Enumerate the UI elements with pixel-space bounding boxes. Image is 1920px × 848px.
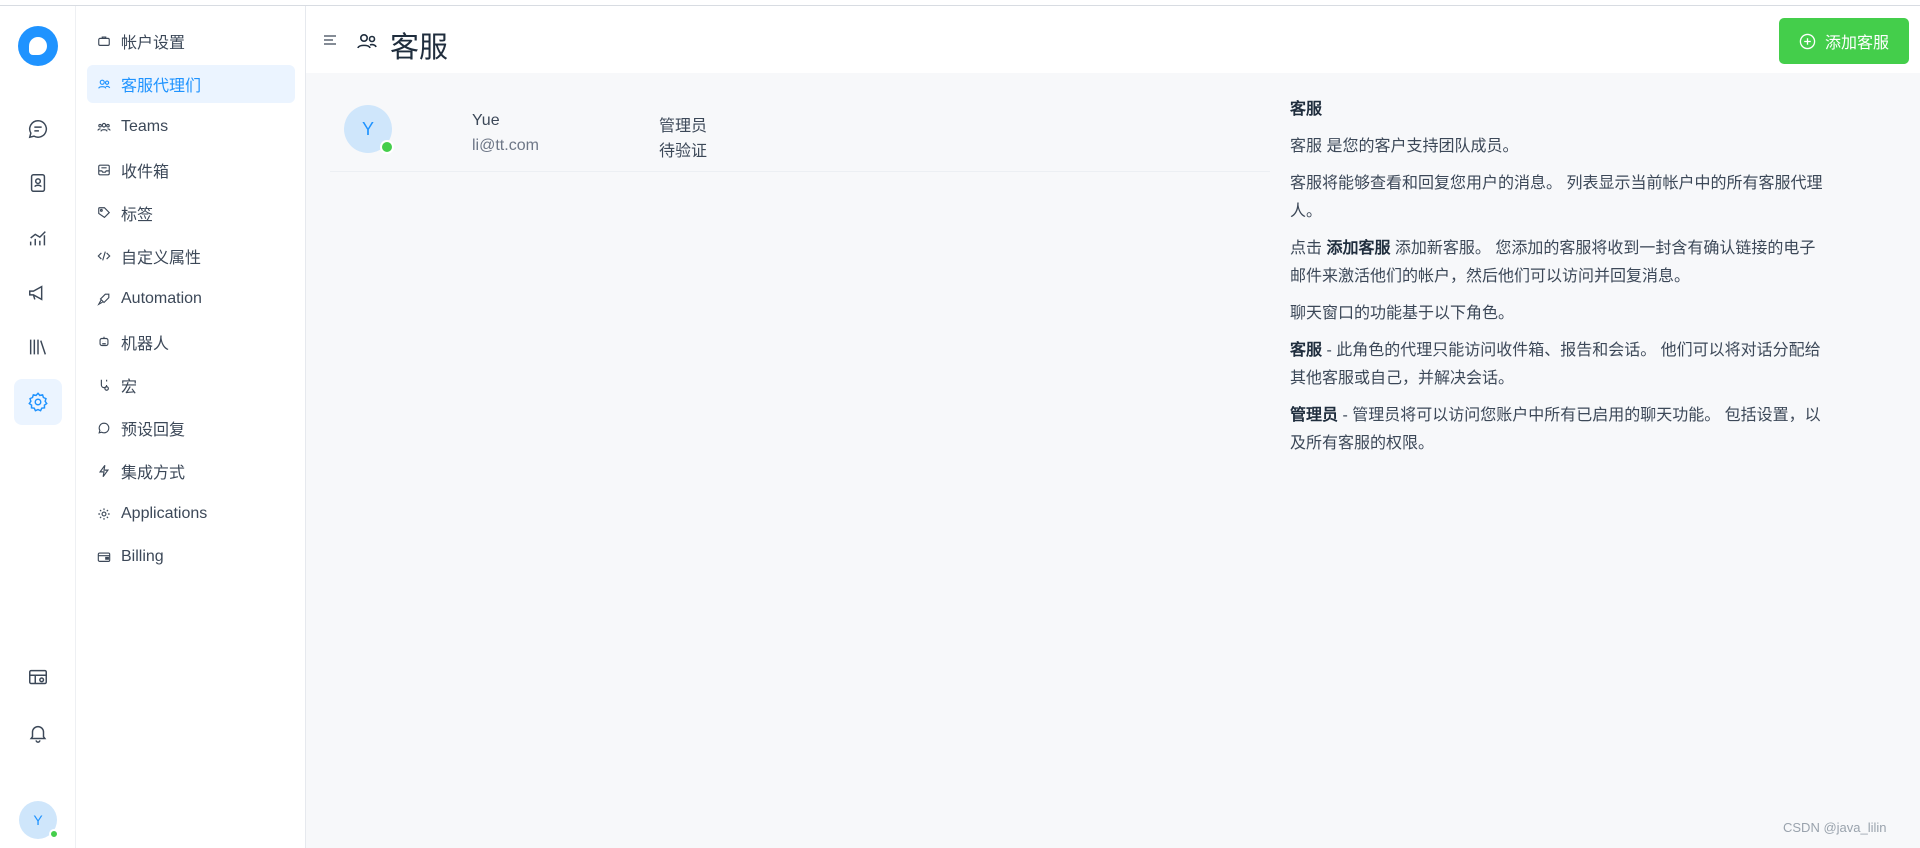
sidebar-item-custom-attributes[interactable]: 自定义属性 (87, 237, 295, 275)
wallet-icon (96, 549, 112, 565)
portal-icon[interactable] (14, 655, 62, 701)
chat-bubble-icon (96, 420, 112, 436)
sidebar-item-bots[interactable]: 机器人 (87, 323, 295, 361)
sidebar-item-label: Automation (121, 290, 202, 307)
sidebar-item-macros[interactable]: 宏 (87, 366, 295, 404)
agent-avatar-initial: Y (361, 118, 374, 139)
sidebar-item-label: 预设回复 (121, 422, 186, 439)
sidebar-item-label: 帐户设置 (121, 35, 186, 52)
sidebar-item-integrations[interactable]: 集成方式 (87, 452, 295, 490)
sidebar-item-teams[interactable]: Teams (87, 108, 295, 146)
sidebar-item-canned-responses[interactable]: 预设回复 (87, 409, 295, 447)
help-paragraph-roles: 聊天窗口的功能基于以下角色。 (1290, 305, 1515, 322)
watermark: CSDN @java_lilin (1783, 820, 1887, 835)
code-icon (96, 248, 112, 264)
help-text: - 此角色的代理只能访问收件箱、报告和会话。 他们可以将对话分配给其他客服或自己… (1290, 342, 1821, 387)
user-avatar-initial: Y (33, 812, 43, 828)
sidebar-item-label: Applications (121, 505, 208, 522)
people-icon (356, 30, 378, 52)
agent-status-dot (380, 140, 394, 154)
help-title: 客服 (1290, 101, 1323, 118)
help-paragraph-intro: 客服 是您的客户支持团队成员。 (1290, 138, 1519, 155)
rocket-icon (96, 291, 112, 307)
settings-icon[interactable] (14, 379, 62, 425)
briefcase-icon (96, 33, 112, 49)
help-bold-text: 客服 (1290, 342, 1323, 359)
agent-row: Y Yue li@tt.com 管理员 待验证 (330, 96, 1270, 172)
sidebar-item-billing[interactable]: Billing (87, 538, 295, 576)
help-panel: 客服 客服 是您的客户支持团队成员。 客服将能够查看和回复您用户的消息。 列表显… (1290, 96, 1826, 467)
sidebar-item-applications[interactable]: Applications (87, 495, 295, 533)
page-title: 客服 (390, 32, 449, 64)
sidebar-item-automation[interactable]: Automation (87, 280, 295, 318)
sidebar-item-label: 集成方式 (121, 465, 186, 482)
agent-avatar: Y (344, 105, 394, 154)
sidebar-item-agents[interactable]: 客服代理们 (87, 65, 295, 103)
sidebar-item-account-settings[interactable]: 帐户设置 (87, 22, 295, 60)
online-status-dot (49, 829, 59, 839)
help-paragraph-agent-role: 客服 - 此角色的代理只能访问收件箱、报告和会话。 他们可以将对话分配给其他客服… (1290, 337, 1826, 393)
people-icon (96, 76, 112, 92)
sidebar-item-label: 机器人 (121, 336, 170, 353)
flash-icon (96, 463, 112, 479)
help-bold-text: 添加客服 (1326, 240, 1391, 257)
agent-name: Yue (472, 112, 500, 129)
conversations-icon[interactable] (14, 106, 62, 152)
contacts-icon[interactable] (14, 160, 62, 206)
macro-icon (96, 377, 112, 393)
page-header: 客服 添加客服 (306, 6, 1920, 73)
help-text: - 管理员将可以访问您账户中所有已启用的聊天功能。 包括设置，以及所有客服的权限… (1290, 407, 1821, 452)
help-bold-text: 管理员 (1290, 407, 1339, 424)
sidebar-item-label: 客服代理们 (121, 78, 202, 95)
add-agent-button[interactable]: 添加客服 (1779, 18, 1909, 64)
add-agent-button-label: 添加客服 (1824, 35, 1889, 52)
tag-icon (96, 205, 112, 221)
sidebar-item-label: 标签 (121, 207, 154, 224)
reports-icon[interactable] (14, 215, 62, 261)
sidebar-item-inboxes[interactable]: 收件箱 (87, 151, 295, 189)
help-paragraph-capabilities: 客服将能够查看和回复您用户的消息。 列表显示当前帐户中的所有客服代理人。 (1290, 175, 1823, 220)
agent-role: 管理员 (659, 118, 708, 135)
sidebar-item-label: 自定义属性 (121, 250, 202, 267)
menu-toggle-icon[interactable] (322, 32, 338, 48)
user-avatar[interactable]: Y (19, 801, 59, 839)
sidebar-item-label: 收件箱 (121, 164, 170, 181)
campaigns-icon[interactable] (14, 270, 62, 316)
help-paragraph-add-agent: 点击 添加客服 添加新客服。 您添加的客服将收到一封含有确认链接的电子邮件来激活… (1290, 235, 1826, 291)
bell-icon[interactable] (14, 710, 62, 756)
library-icon[interactable] (14, 324, 62, 370)
settings-sidebar: 帐户设置 客服代理们 Teams 收件箱 标签 自定义属性 Automation… (77, 6, 306, 848)
sidebar-item-labels[interactable]: 标签 (87, 194, 295, 232)
plus-circle-icon (1799, 33, 1816, 49)
apps-icon (96, 506, 112, 522)
sidebar-item-label: Billing (121, 548, 164, 565)
app-logo[interactable] (18, 26, 58, 66)
agent-email: li@tt.com (472, 137, 539, 154)
primary-nav-rail: Y (0, 6, 76, 848)
bot-icon (96, 334, 112, 350)
help-paragraph-admin-role: 管理员 - 管理员将可以访问您账户中所有已启用的聊天功能。 包括设置，以及所有客… (1290, 402, 1826, 458)
agent-verification-status: 待验证 (659, 143, 708, 160)
inbox-icon (96, 162, 112, 178)
sidebar-item-label: 宏 (121, 379, 138, 396)
main-content: 客服 添加客服 Y Yue li@tt.com 管理员 待验证 客服 客服 是您… (306, 6, 1920, 848)
teams-icon (96, 119, 112, 135)
help-text: 点击 (1290, 240, 1327, 257)
sidebar-item-label: Teams (121, 118, 169, 135)
